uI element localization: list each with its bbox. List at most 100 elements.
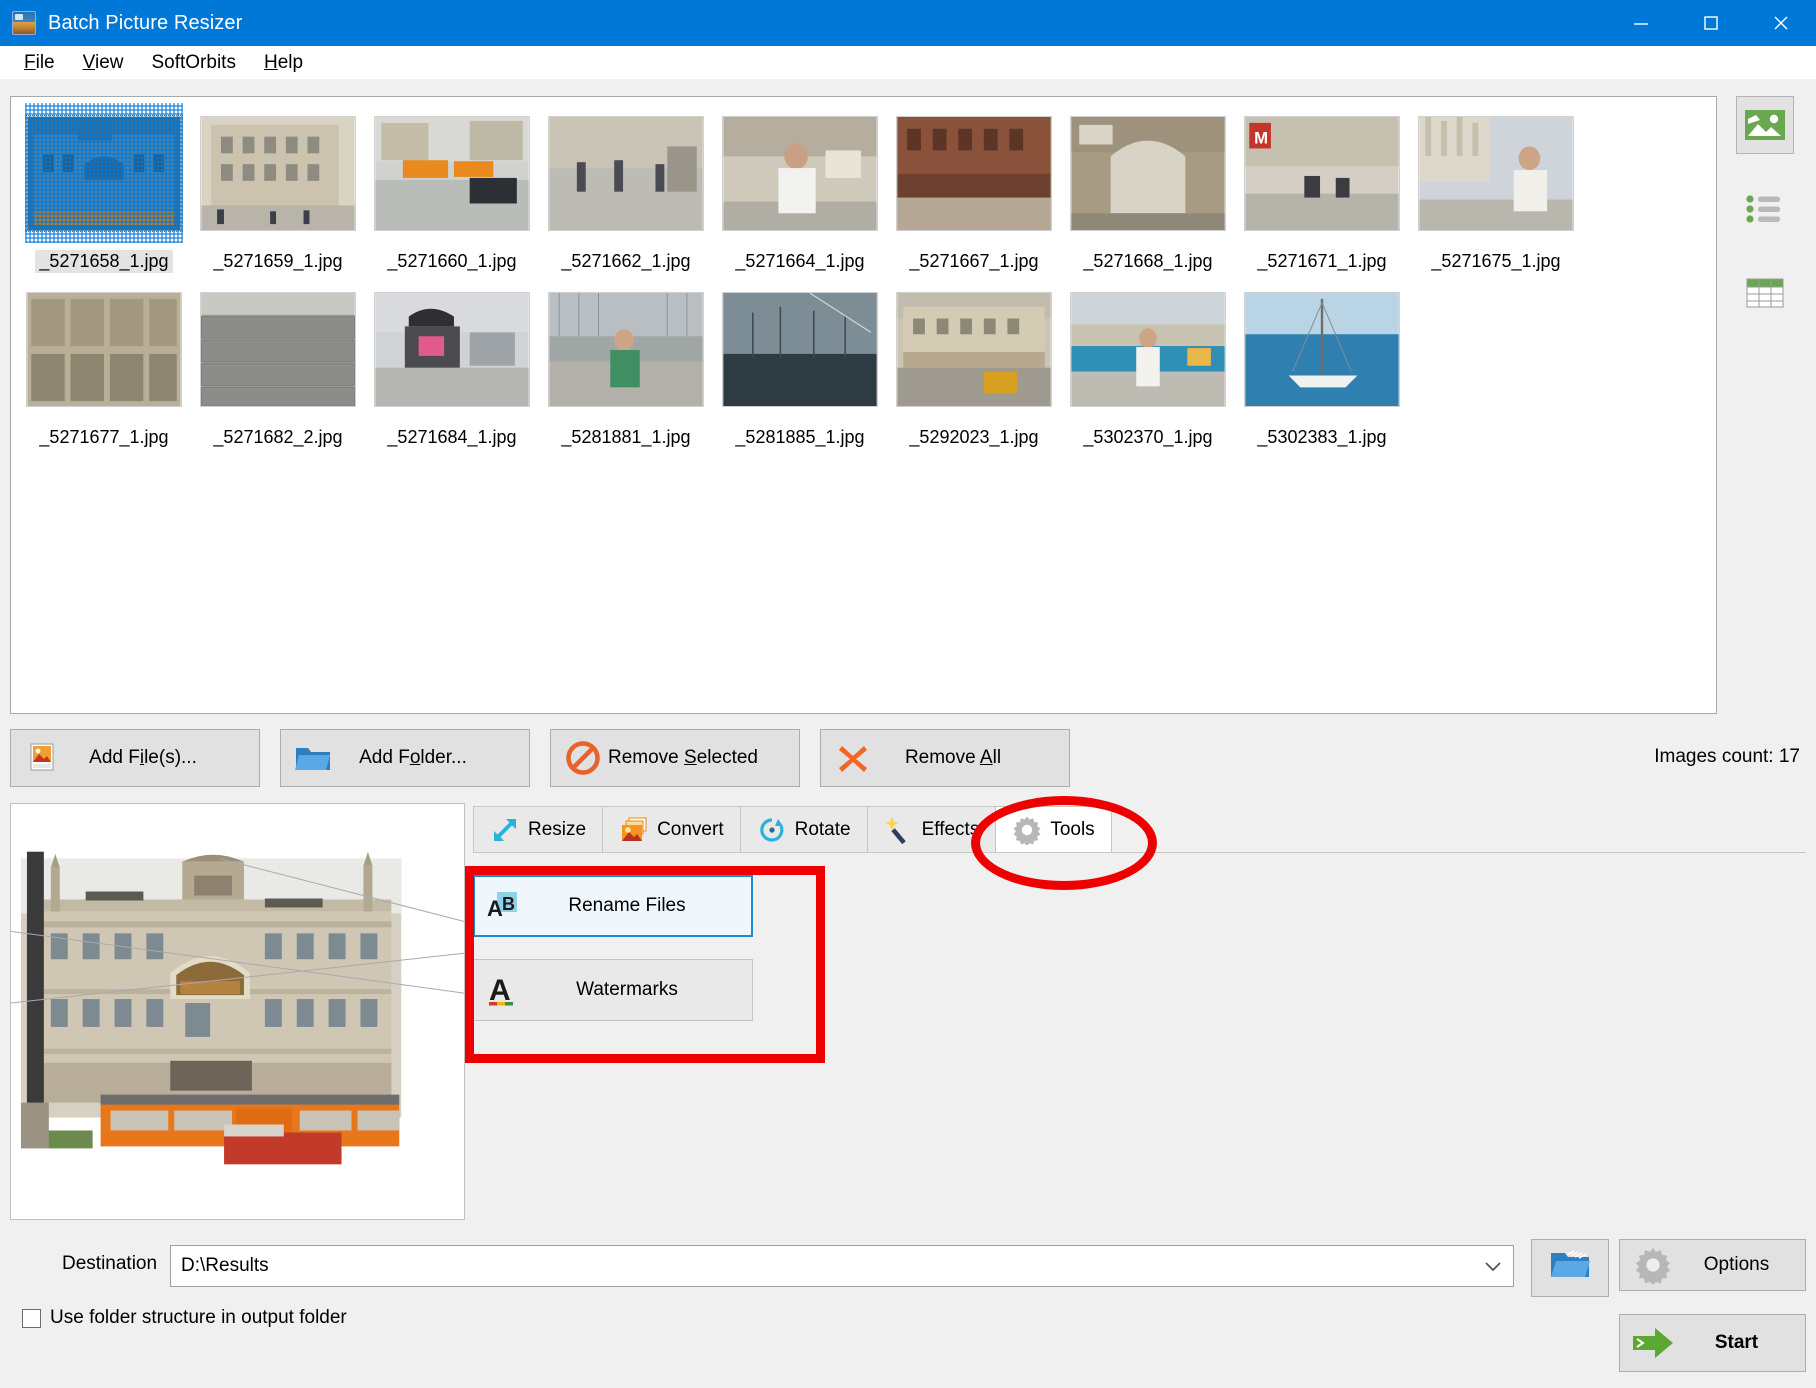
thumbnail-image[interactable] [25,103,183,243]
thumbnail-image[interactable] [199,103,357,243]
close-button[interactable] [1746,0,1816,46]
add-folder-label: Add Folder... [359,747,467,768]
thumbnail-filename: _5271682_2.jpg [213,427,343,447]
rename-ab-icon: A B [475,890,531,922]
thumbnail-item[interactable]: _5271660_1.jpg [368,103,536,273]
minimize-button[interactable] [1606,0,1676,46]
menu-view[interactable]: View [69,49,138,77]
thumbnail-filename: _5271668_1.jpg [1083,251,1213,271]
browse-folder-button[interactable] [1531,1239,1609,1297]
remove-selected-button[interactable]: Remove Selected [550,729,800,787]
thumbnail-item[interactable]: M _5271671_1.jpg [1238,103,1406,273]
thumbnail-image[interactable] [895,279,1053,419]
thumbnail-image[interactable] [199,279,357,419]
options-button[interactable]: Options [1619,1239,1806,1291]
gear-icon [1620,1246,1686,1284]
file-list[interactable]: _5271658_1.jpg _5271659_1.jpg _5271660_1… [10,96,1717,714]
use-folder-structure-checkbox[interactable] [22,1308,41,1328]
window-title: Batch Picture Resizer [48,11,243,34]
convert-images-icon [619,817,649,843]
thumbnail-filename: _5271677_1.jpg [39,427,169,447]
thumbnail-filename: _5271667_1.jpg [909,251,1039,271]
thumbnail-item[interactable]: _5271668_1.jpg [1064,103,1232,273]
thumbnail-item[interactable]: _5271682_2.jpg [194,279,362,449]
thumbnail-image[interactable] [547,279,705,419]
svg-text:B: B [502,894,515,914]
tab-convert[interactable]: Convert [602,806,741,852]
thumbnail-item[interactable]: _5302383_1.jpg [1238,279,1406,449]
thumbnail-item[interactable]: _5271677_1.jpg [20,279,188,449]
thumbnail-grid: _5271658_1.jpg _5271659_1.jpg _5271660_1… [11,97,1716,455]
menu-help[interactable]: Help [250,49,317,77]
thumbnail-image[interactable] [1417,103,1575,243]
thumbnail-item[interactable]: _5292023_1.jpg [890,279,1058,449]
magic-wand-icon [884,816,914,844]
thumbnail-item[interactable]: _5271667_1.jpg [890,103,1058,273]
thumbnail-filename: _5271659_1.jpg [213,251,343,271]
tab-effects[interactable]: Effects [866,806,997,852]
remove-selected-label: Remove Selected [608,747,758,768]
thumbnail-image[interactable] [721,279,879,419]
window-controls [1606,0,1816,46]
preview-image [11,804,464,1219]
rotate-circle-icon [757,817,787,843]
tab-rotate[interactable]: Rotate [739,806,868,852]
add-image-icon [21,742,65,774]
menu-softorbits[interactable]: SoftOrbits [137,49,249,77]
watermark-a-icon: A [474,973,530,1007]
thumbnail-view-icon[interactable] [1736,96,1794,154]
tab-resize[interactable]: Resize [473,806,604,852]
thumbnail-item[interactable]: _5302370_1.jpg [1064,279,1232,449]
thumbnail-item[interactable]: _5281881_1.jpg [542,279,710,449]
thumbnail-image[interactable] [895,103,1053,243]
thumbnail-image[interactable] [373,279,531,419]
tab-convert-label: Convert [657,818,724,840]
use-folder-structure-label: Use folder structure in output folder [50,1307,347,1328]
watermarks-label: Watermarks [576,979,678,1000]
rename-files-label: Rename Files [568,895,686,916]
use-folder-structure-checkbox-row[interactable]: Use folder structure in output folder [22,1307,347,1329]
thumbnail-image[interactable]: M [1243,103,1401,243]
destination-label: Destination [62,1253,158,1274]
thumbnail-item[interactable]: _5271658_1.jpg [20,103,188,273]
start-button[interactable]: Start [1619,1314,1806,1372]
view-mode-buttons [1724,96,1806,348]
rename-files-button[interactable]: A B Rename Files [473,875,753,937]
tab-tools[interactable]: Tools [995,806,1112,852]
thumbnail-image[interactable] [1243,279,1401,419]
thumbnail-item[interactable]: _5271664_1.jpg [716,103,884,273]
thumbnail-image[interactable] [721,103,879,243]
destination-value[interactable]: D:\Results [171,1255,1473,1277]
thumbnail-item[interactable]: _5271659_1.jpg [194,103,362,273]
tools-tab-panel: A B Rename Files A Watermarks [473,852,1806,1220]
list-view-icon[interactable] [1736,180,1794,238]
remove-all-button[interactable]: Remove All [820,729,1070,787]
chevron-down-icon[interactable] [1473,1259,1513,1273]
thumbnail-image[interactable] [373,103,531,243]
start-label: Start [1714,1332,1759,1353]
thumbnail-image[interactable] [25,279,183,419]
destination-combobox[interactable]: D:\Results [170,1245,1514,1287]
add-files-button[interactable]: Add File(s)... [10,729,260,787]
thumbnail-item[interactable]: _5271675_1.jpg [1412,103,1580,273]
thumbnail-filename: _5271660_1.jpg [387,251,517,271]
add-folder-button[interactable]: Add Folder... [280,729,530,787]
maximize-button[interactable] [1676,0,1746,46]
thumbnail-item[interactable]: _5271662_1.jpg [542,103,710,273]
resize-arrow-icon [490,817,520,843]
thumbnail-image[interactable] [1069,279,1227,419]
menu-file-label-rest: ile [35,51,55,73]
app-icon [12,11,36,35]
thumbnail-filename: _5281885_1.jpg [735,427,865,447]
details-view-icon[interactable] [1736,264,1794,322]
thumbnail-image[interactable] [1069,103,1227,243]
image-preview [10,803,465,1220]
menu-softorbits-label: SoftOrbits [151,51,236,73]
thumbnail-item[interactable]: _5271684_1.jpg [368,279,536,449]
no-entry-icon [561,741,605,775]
thumbnail-image[interactable] [547,103,705,243]
watermarks-button[interactable]: A Watermarks [473,959,753,1021]
thumbnail-item[interactable]: _5281885_1.jpg [716,279,884,449]
tools-panel-buttons: A B Rename Files A Watermarks [473,875,773,1043]
menu-file[interactable]: File [10,49,69,77]
